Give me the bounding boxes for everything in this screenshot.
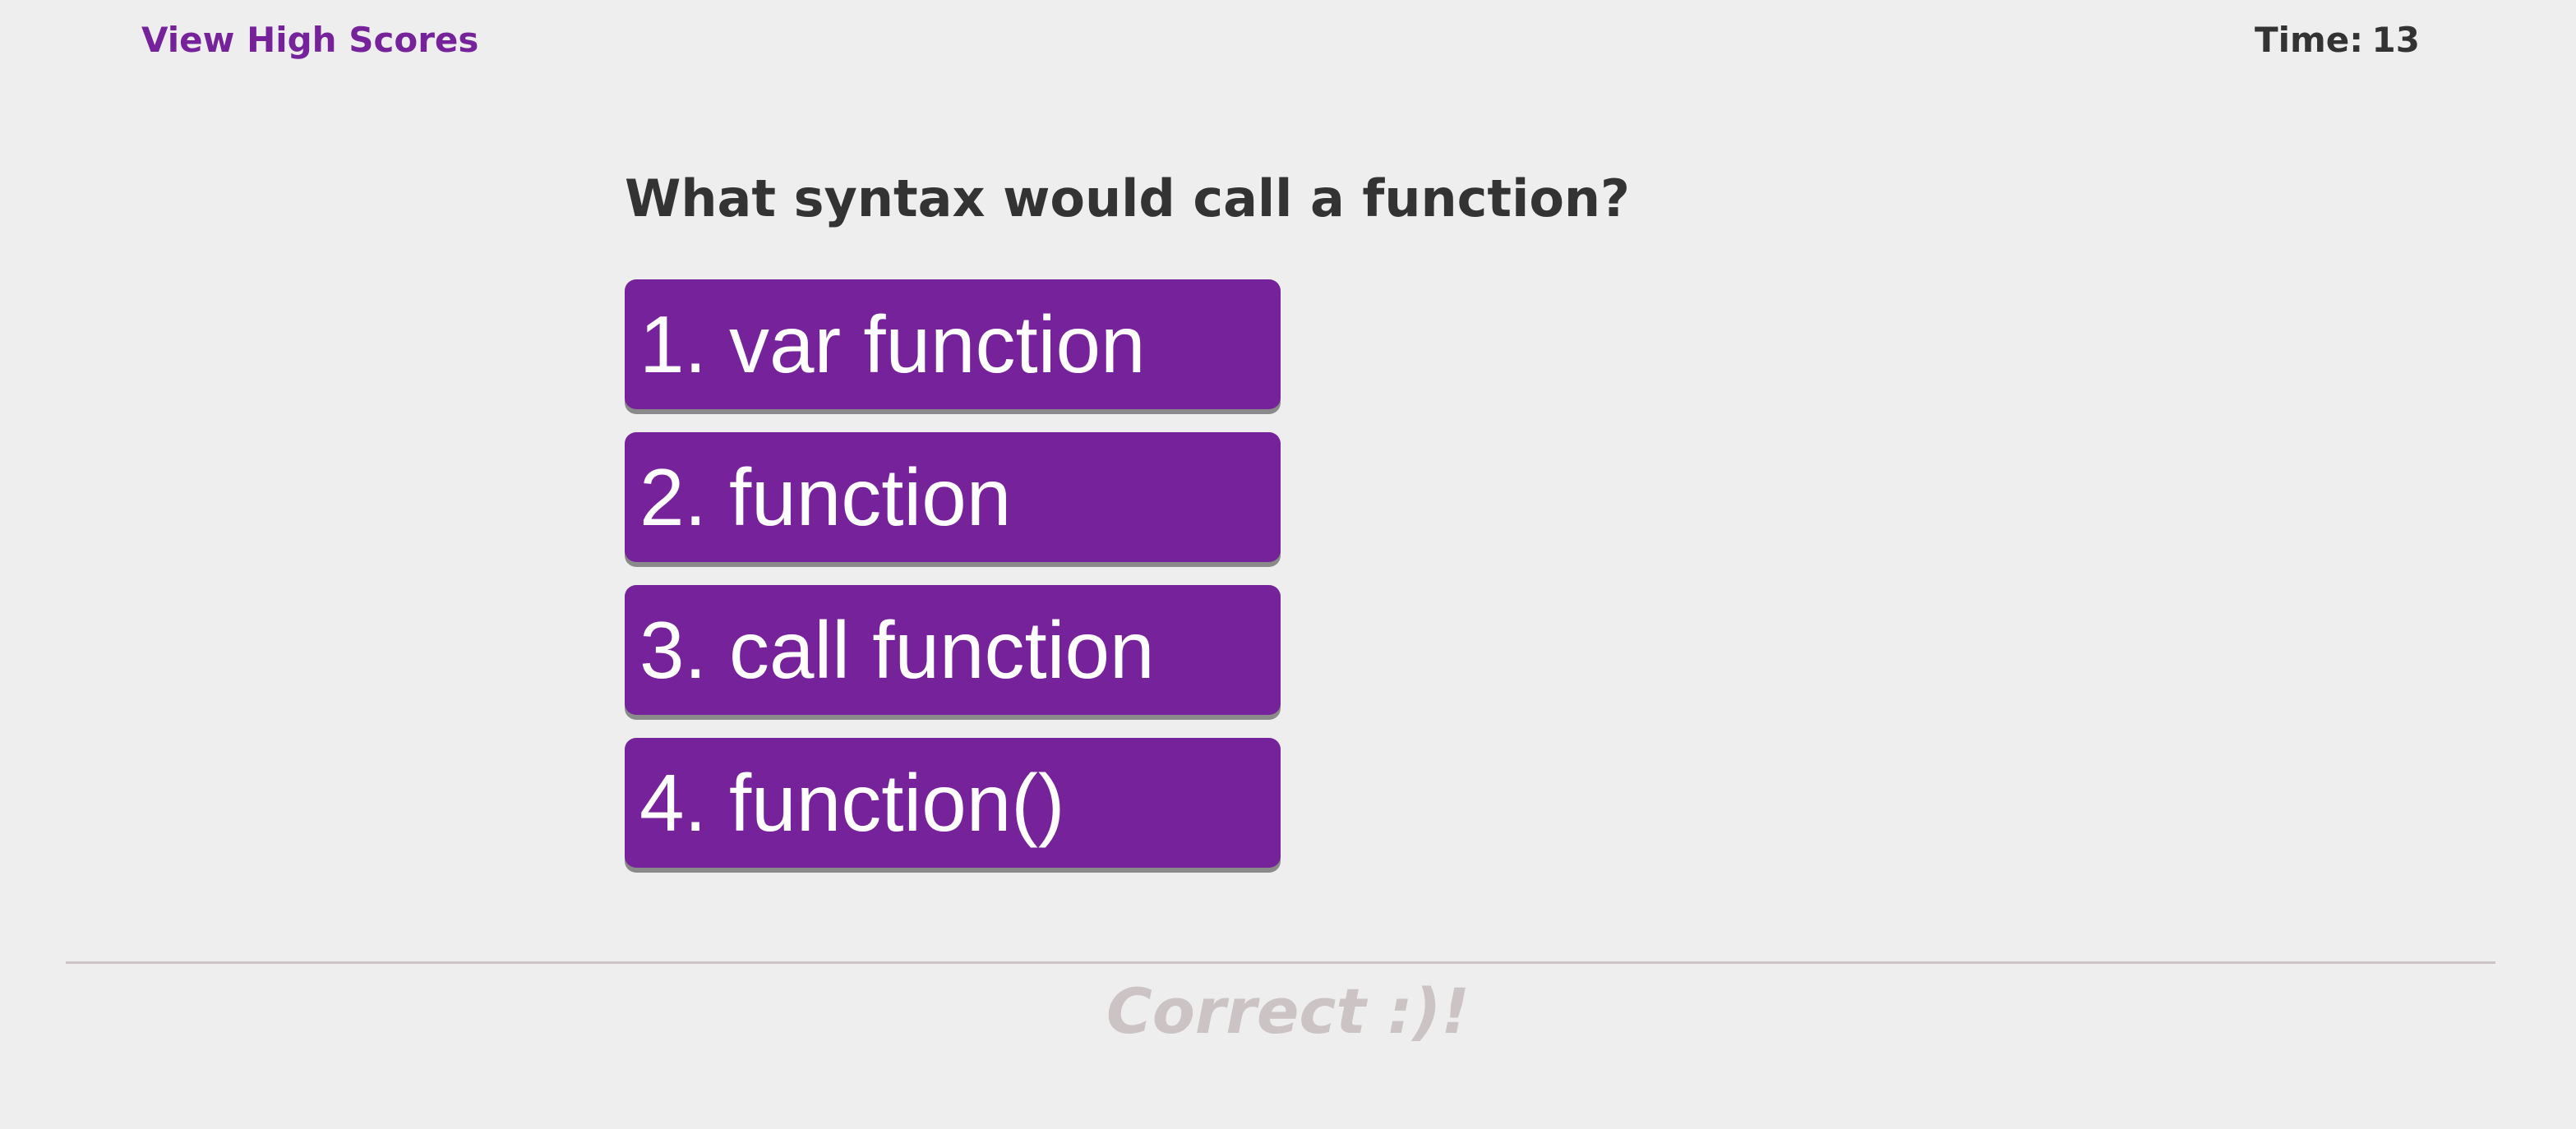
timer: Time: 13	[2255, 20, 2420, 60]
answer-choice-3[interactable]: 3. call function	[625, 585, 1281, 715]
question-title: What syntax would call a function?	[625, 168, 1631, 228]
timer-value: 13	[2371, 20, 2420, 60]
answer-choice-4[interactable]: 4. function()	[625, 738, 1281, 868]
timer-label: Time:	[2254, 20, 2364, 60]
view-high-scores-link[interactable]: View High Scores	[141, 20, 478, 60]
answer-choices: 1. var function 2. function 3. call func…	[625, 279, 1281, 868]
answer-choice-1[interactable]: 1. var function	[625, 279, 1281, 409]
answer-feedback: Correct :)!	[1106, 975, 1470, 1048]
feedback-divider	[66, 961, 2495, 964]
answer-choice-2[interactable]: 2. function	[625, 432, 1281, 562]
